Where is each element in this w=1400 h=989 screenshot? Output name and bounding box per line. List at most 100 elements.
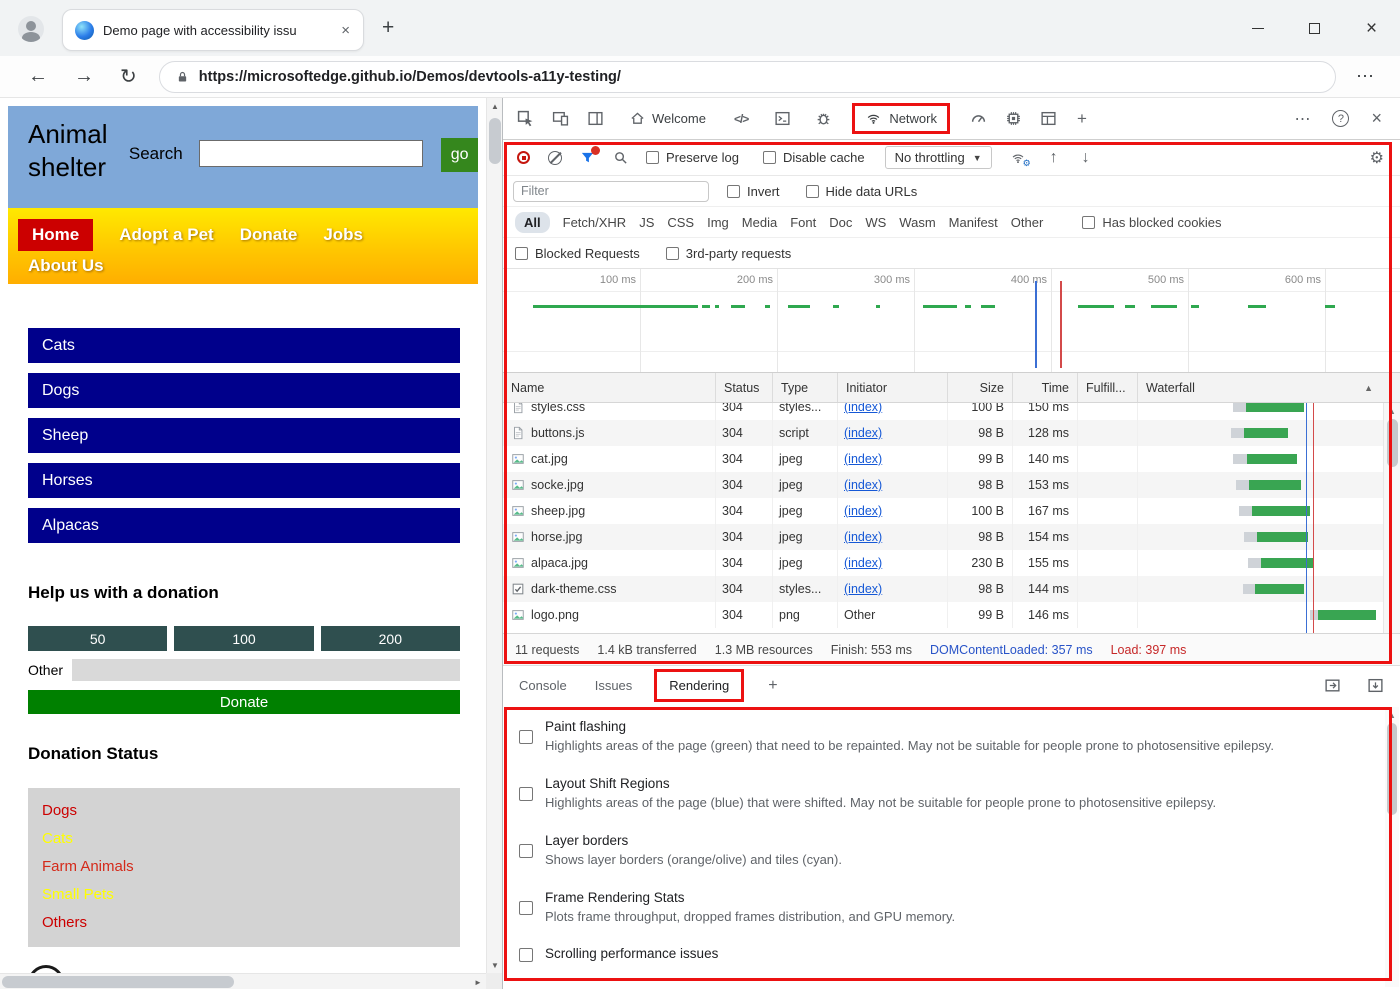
rendering-option-checkbox-layer-borders[interactable] (519, 844, 533, 858)
rendering-scroll-thumb[interactable] (1387, 723, 1397, 815)
other-amount-input[interactable] (72, 659, 460, 681)
column-header-fulfilled[interactable]: Fulfill... (1078, 373, 1138, 402)
donate-button[interactable]: Donate (28, 690, 460, 714)
column-header-name[interactable]: Name (503, 373, 716, 402)
nav-item-adopt-a-pet[interactable]: Adopt a Pet (119, 225, 213, 245)
column-header-initiator[interactable]: Initiator (838, 373, 948, 402)
search-icon[interactable] (613, 150, 628, 165)
type-filter-img[interactable]: Img (707, 215, 729, 230)
drawer-expand-icon[interactable] (1324, 677, 1341, 694)
category-button-dogs[interactable]: Dogs (28, 373, 460, 408)
search-go-button[interactable]: go (441, 138, 478, 172)
column-header-time[interactable]: Time (1013, 373, 1078, 402)
network-request-row-socke-jpg[interactable]: socke.jpg304jpeg(index)98 B153 ms (503, 472, 1400, 498)
type-filter-wasm[interactable]: Wasm (899, 215, 935, 230)
type-filter-manifest[interactable]: Manifest (949, 215, 998, 230)
scroll-down-icon[interactable]: ▼ (487, 957, 503, 973)
type-filter-fetch-xhr[interactable]: Fetch/XHR (563, 215, 627, 230)
devtools-more-button[interactable]: ⋯ (1294, 109, 1310, 129)
network-request-row-styles-css[interactable]: styles.css304styles...(index)100 B150 ms (503, 403, 1400, 420)
type-filter-other[interactable]: Other (1011, 215, 1044, 230)
preserve-log-toggle[interactable]: Preserve log (646, 150, 739, 165)
network-request-row-dark-theme-css[interactable]: dark-theme.css304styles...(index)98 B144… (503, 576, 1400, 602)
network-overview-timeline[interactable]: 100 ms200 ms300 ms400 ms500 ms600 ms (503, 269, 1400, 373)
invert-checkbox[interactable] (727, 185, 740, 198)
rendering-scroll-up-icon[interactable]: ▲ (1385, 709, 1399, 721)
type-filter-js[interactable]: JS (639, 215, 654, 230)
initiator-link[interactable]: (index) (844, 556, 882, 570)
hide-data-urls-checkbox[interactable] (806, 185, 819, 198)
nav-item-jobs[interactable]: Jobs (323, 225, 363, 245)
blocked-requests-toggle[interactable]: Blocked Requests (515, 246, 640, 261)
type-filter-font[interactable]: Font (790, 215, 816, 230)
initiator-link[interactable]: (index) (844, 452, 882, 466)
memory-chip-icon[interactable] (1005, 110, 1022, 127)
type-filter-media[interactable]: Media (742, 215, 777, 230)
application-layout-icon[interactable] (1040, 110, 1057, 127)
network-settings-gear-icon[interactable]: ⚙ (1370, 148, 1384, 168)
network-conditions-icon[interactable]: ⚙ (1010, 151, 1026, 165)
drawer-dock-icon[interactable] (1367, 677, 1384, 694)
column-header-type[interactable]: Type (773, 373, 838, 402)
clear-network-log-icon[interactable] (548, 151, 562, 165)
amount-button-200[interactable]: 200 (321, 626, 460, 651)
scroll-up-icon[interactable]: ▲ (487, 98, 503, 114)
amount-button-50[interactable]: 50 (28, 626, 167, 651)
amount-button-100[interactable]: 100 (174, 626, 313, 651)
initiator-link[interactable]: (index) (844, 504, 882, 518)
rendering-option-checkbox-frame-rendering-stats[interactable] (519, 901, 533, 915)
column-header-status[interactable]: Status (716, 373, 773, 402)
close-window-button[interactable]: × (1343, 0, 1400, 56)
drawer-tab-console[interactable]: Console (519, 678, 567, 693)
tab-close-icon[interactable]: × (338, 22, 353, 39)
minimize-button[interactable] (1229, 0, 1286, 56)
blocked-requests-checkbox[interactable] (515, 247, 528, 260)
more-tabs-button[interactable]: + (1077, 109, 1087, 129)
network-request-row-alpaca-jpg[interactable]: alpaca.jpg304jpeg(index)230 B155 ms (503, 550, 1400, 576)
devtools-close-button[interactable]: × (1371, 108, 1382, 129)
category-button-sheep[interactable]: Sheep (28, 418, 460, 453)
network-filter-input[interactable] (513, 181, 709, 202)
vertical-scroll-thumb[interactable] (489, 118, 501, 164)
column-header-size[interactable]: Size (948, 373, 1013, 402)
record-network-log-button[interactable] (517, 151, 530, 164)
type-filter-ws[interactable]: WS (865, 215, 886, 230)
drawer-tab-issues[interactable]: Issues (595, 678, 633, 693)
nav-item-donate[interactable]: Donate (240, 225, 298, 245)
invert-toggle[interactable]: Invert (727, 184, 780, 199)
profile-avatar-icon[interactable] (18, 16, 44, 42)
refresh-button[interactable]: ↻ (120, 64, 137, 89)
drawer-tab-rendering[interactable]: Rendering (654, 669, 744, 702)
maximize-button[interactable] (1286, 0, 1343, 56)
table-scrollbar[interactable]: ▲ (1383, 403, 1400, 633)
table-scroll-thumb[interactable] (1387, 419, 1398, 467)
new-tab-button[interactable]: + (382, 16, 394, 40)
inspect-icon[interactable] (517, 110, 534, 127)
initiator-link[interactable]: (index) (844, 530, 882, 544)
category-button-alpacas[interactable]: Alpacas (28, 508, 460, 543)
type-filter-doc[interactable]: Doc (829, 215, 852, 230)
rendering-option-checkbox-paint-flashing[interactable] (519, 730, 533, 744)
has-blocked-cookies-toggle[interactable]: Has blocked cookies (1082, 215, 1221, 230)
type-filter-css[interactable]: CSS (667, 215, 694, 230)
initiator-link[interactable]: (index) (844, 582, 882, 596)
devtools-help-button[interactable]: ? (1332, 110, 1349, 127)
network-request-row-horse-jpg[interactable]: horse.jpg304jpeg(index)98 B154 ms (503, 524, 1400, 550)
back-button[interactable]: ← (28, 65, 48, 88)
page-vertical-scrollbar[interactable]: ▲ ▼ (486, 98, 502, 973)
network-request-row-buttons-js[interactable]: buttons.js304script(index)98 B128 ms (503, 420, 1400, 446)
hide-data-urls-toggle[interactable]: Hide data URLs (806, 184, 918, 199)
category-button-cats[interactable]: Cats (28, 328, 460, 363)
tab-network[interactable]: Network (852, 103, 950, 134)
dock-side-icon[interactable] (587, 110, 604, 127)
browser-tab[interactable]: Demo page with accessibility issu × (62, 9, 364, 51)
network-request-row-cat-jpg[interactable]: cat.jpg304jpeg(index)99 B140 ms (503, 446, 1400, 472)
tab-welcome[interactable]: Welcome (630, 111, 706, 126)
column-header-waterfall[interactable]: Waterfall▲ (1138, 373, 1381, 402)
disable-cache-checkbox[interactable] (763, 151, 776, 164)
drawer-add-tab-button[interactable]: + (768, 677, 777, 695)
import-har-icon[interactable]: ↑ (1050, 149, 1058, 167)
page-horizontal-scrollbar[interactable]: ► (0, 973, 486, 989)
rendering-option-checkbox-scrolling-performance-issues[interactable] (519, 948, 533, 962)
export-har-icon[interactable]: ↓ (1082, 149, 1090, 167)
